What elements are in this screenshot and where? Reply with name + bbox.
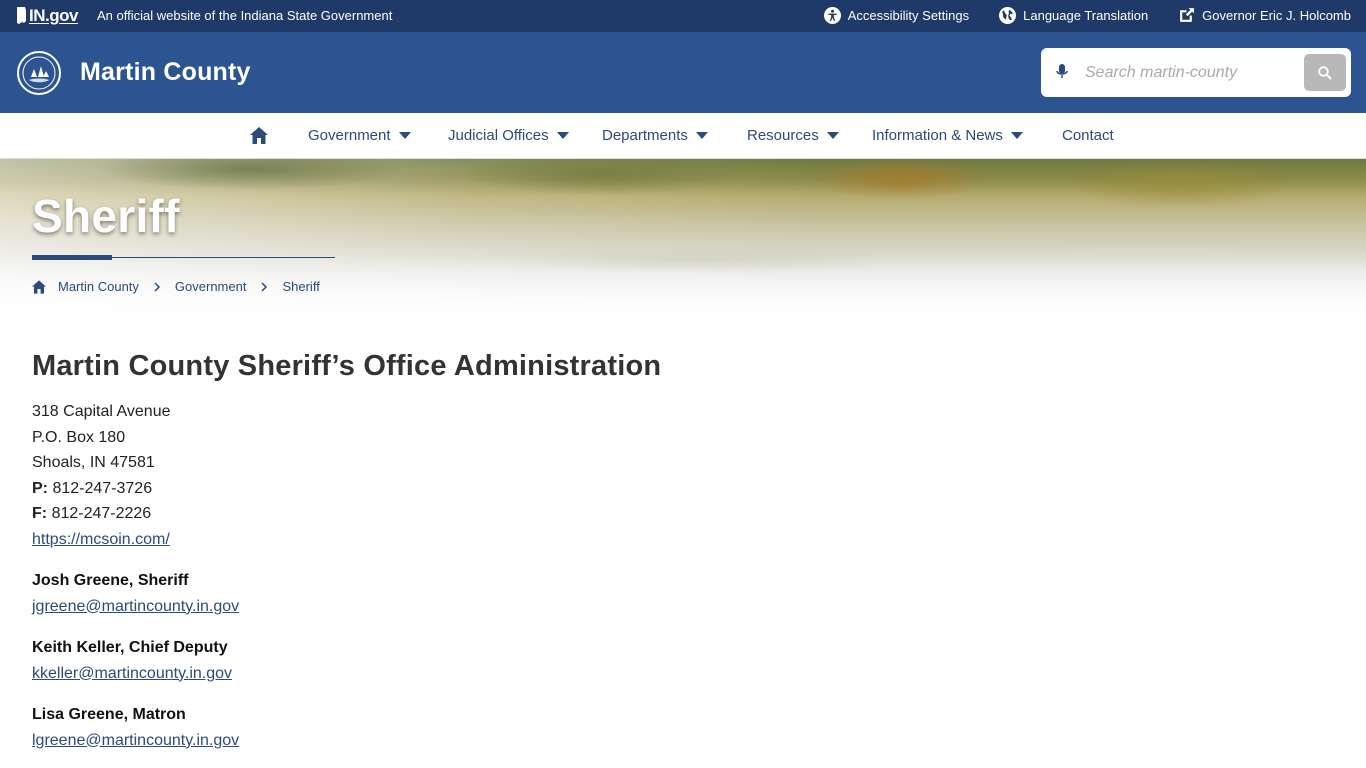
nav-departments-label: Departments xyxy=(602,127,688,144)
address-line-3: Shoals, IN 47581 xyxy=(32,454,155,471)
title-divider-accent xyxy=(32,255,112,260)
main-content: Martin County Sheriff’s Office Administr… xyxy=(32,350,1032,753)
person-email-link[interactable]: lgreene@martincounty.in.gov xyxy=(32,732,239,749)
person-entry: Josh Greene, Sheriff jgreene@martincount… xyxy=(32,568,1032,619)
accessibility-icon xyxy=(823,7,841,24)
person-email-link[interactable]: kkeller@martincounty.in.gov xyxy=(32,665,232,682)
globe-icon xyxy=(999,7,1017,24)
governor-link[interactable]: Governor Eric J. Holcomb xyxy=(1178,7,1351,24)
main-nav: Government Judicial Offices Departments … xyxy=(0,113,1366,159)
in-gov-logo[interactable]: IN.gov xyxy=(16,6,78,26)
chevron-right-icon xyxy=(261,281,268,292)
nav-contact[interactable]: Contact xyxy=(1062,127,1114,144)
microphone-icon[interactable] xyxy=(1055,63,1069,81)
language-translation-label: Language Translation xyxy=(1023,8,1149,23)
fax-label: F: xyxy=(32,505,48,522)
person-name: Lisa Greene, Matron xyxy=(32,706,186,723)
phone-number: 812-247-3726 xyxy=(52,479,153,497)
nav-contact-label: Contact xyxy=(1062,127,1114,144)
accessibility-settings-link[interactable]: Accessibility Settings xyxy=(823,7,970,24)
language-translation-link[interactable]: Language Translation xyxy=(999,7,1148,24)
nav-judicial-offices[interactable]: Judicial Offices xyxy=(448,127,569,144)
governor-label: Governor Eric J. Holcomb xyxy=(1202,8,1351,23)
state-gov-bar: IN.gov An official website of the Indian… xyxy=(0,0,1366,32)
chevron-right-icon xyxy=(154,281,160,292)
county-title[interactable]: Martin County xyxy=(80,58,251,87)
county-header: Martin County xyxy=(0,32,1366,113)
hero-banner: Sheriff Martin County Government Sheriff xyxy=(0,159,1366,329)
section-heading: Martin County Sheriff’s Office Administr… xyxy=(32,350,662,382)
county-seal-logo[interactable] xyxy=(17,51,61,95)
nav-judicial-offices-label: Judicial Offices xyxy=(448,127,549,144)
person-email-link[interactable]: jgreene@martincounty.in.gov xyxy=(32,598,239,615)
breadcrumb-item-government[interactable]: Government xyxy=(175,279,247,294)
nav-information-news[interactable]: Information & News xyxy=(872,127,1023,144)
caret-down-icon xyxy=(826,132,839,139)
in-gov-logo-text: IN.gov xyxy=(29,6,78,25)
nav-government[interactable]: Government xyxy=(308,127,411,144)
home-icon[interactable] xyxy=(250,127,268,144)
breadcrumb-home-icon[interactable] xyxy=(32,279,46,294)
caret-down-icon xyxy=(695,132,708,139)
breadcrumb-item-sheriff[interactable]: Sheriff xyxy=(282,279,319,294)
search-box xyxy=(1041,48,1351,97)
search-button[interactable] xyxy=(1304,54,1346,91)
search-input[interactable] xyxy=(1085,60,1295,86)
person-entry: Keith Keller, Chief Deputy kkeller@marti… xyxy=(32,635,1032,686)
hero-foliage-decoration xyxy=(0,159,1366,219)
nav-resources[interactable]: Resources xyxy=(747,127,839,144)
caret-down-icon xyxy=(556,132,569,139)
county-seal-icon xyxy=(22,56,56,90)
address-line-1: 318 Capital Avenue xyxy=(32,403,171,420)
gov-utility-links: Accessibility Settings Language Translat… xyxy=(823,7,1351,24)
breadcrumb: Martin County Government Sheriff xyxy=(32,279,320,294)
nav-resources-label: Resources xyxy=(747,127,819,144)
fax-number: 812-247-2226 xyxy=(51,505,152,522)
search-icon xyxy=(1318,65,1332,80)
caret-down-icon xyxy=(398,132,411,139)
person-name: Josh Greene, Sheriff xyxy=(32,572,189,589)
page-title: Sheriff xyxy=(32,190,180,242)
external-link-icon xyxy=(1180,8,1195,22)
breadcrumb-item-martin-county[interactable]: Martin County xyxy=(58,279,139,294)
nav-departments[interactable]: Departments xyxy=(602,127,708,144)
caret-down-icon xyxy=(1010,132,1023,139)
nav-information-news-label: Information & News xyxy=(872,127,1003,144)
phone-line: P: 812-247-3726 xyxy=(32,476,1032,502)
website-link[interactable]: https://mcsoin.com/ xyxy=(32,531,170,548)
person-entry: Lisa Greene, Matron lgreene@martincounty… xyxy=(32,702,1032,753)
nav-government-label: Government xyxy=(308,127,391,144)
address-line-2: P.O. Box 180 xyxy=(32,428,126,446)
official-website-text: An official website of the Indiana State… xyxy=(97,8,393,23)
phone-label: P: xyxy=(32,479,48,497)
fax-line: F: 812-247-2226 xyxy=(32,501,1032,527)
person-name: Keith Keller, Chief Deputy xyxy=(32,639,228,656)
indiana-state-icon xyxy=(17,7,26,24)
accessibility-settings-label: Accessibility Settings xyxy=(847,8,970,23)
